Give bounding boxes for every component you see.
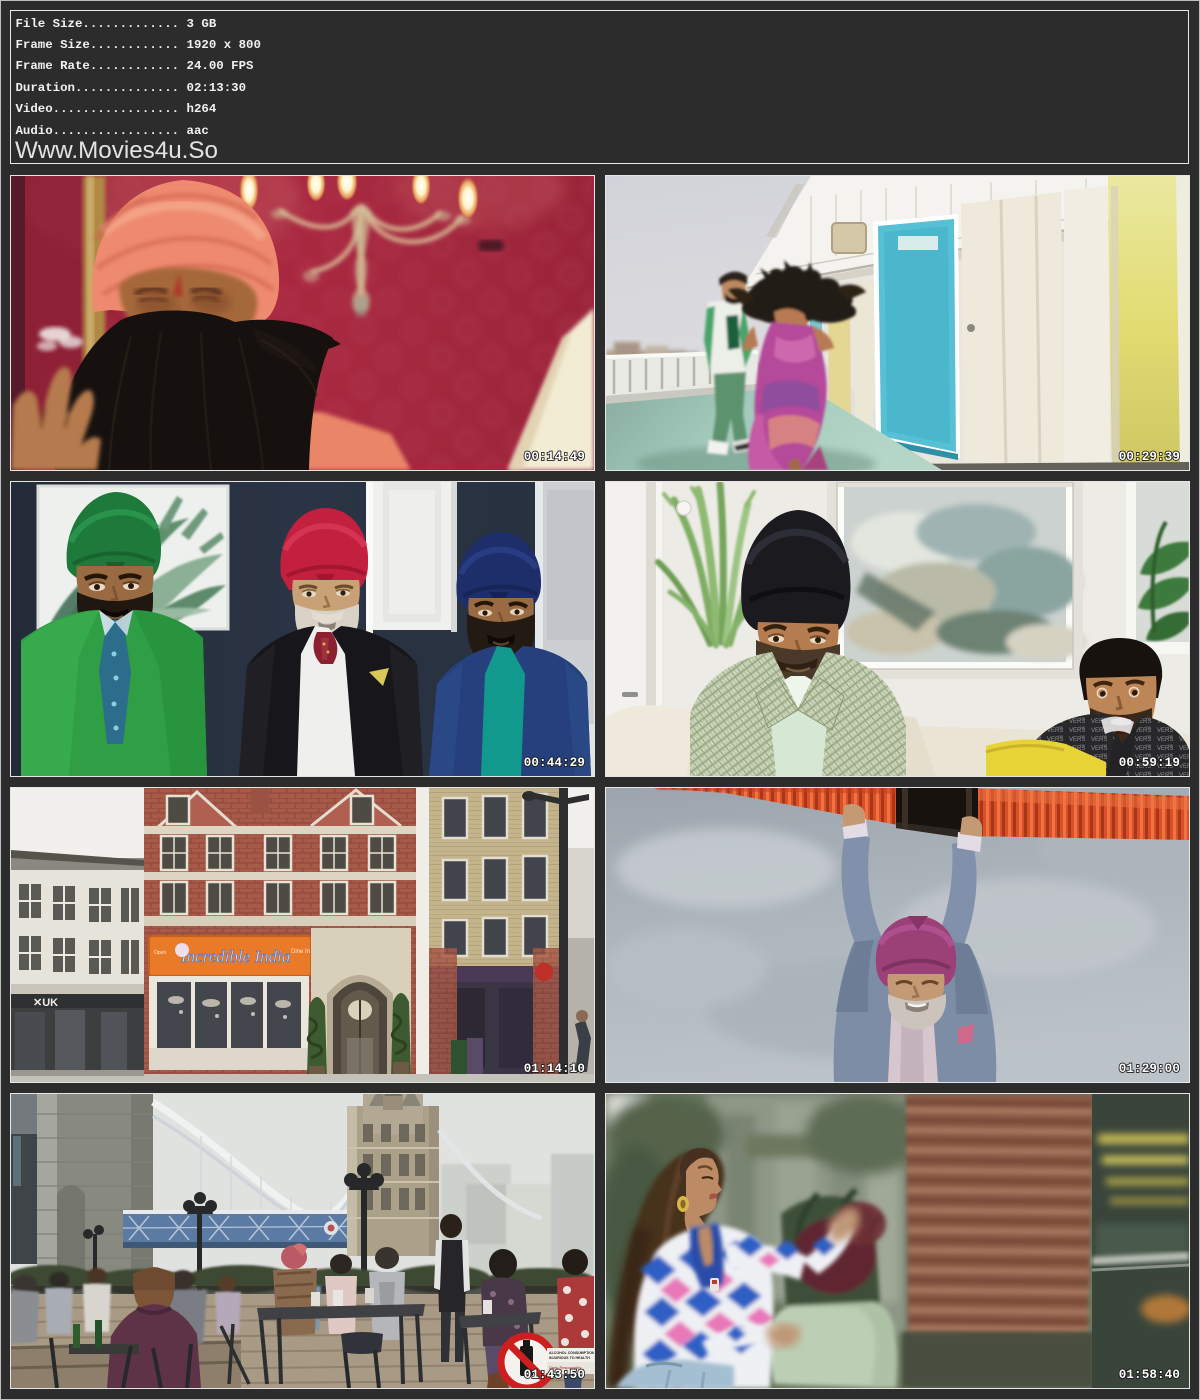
svg-text:Dine In: Dine In	[291, 949, 310, 955]
svg-text:01:14:10: 01:14:10	[524, 1062, 585, 1076]
svg-text:ALCOHOL CONSUMPTION IS: ALCOHOL CONSUMPTION IS	[549, 1351, 594, 1355]
svg-text:00:44:29: 00:44:29	[524, 756, 585, 770]
svg-text:00:14:49: 00:14:49	[524, 450, 585, 464]
svg-text:✕UK: ✕UK	[33, 997, 58, 1009]
svg-text:Open: Open	[154, 950, 166, 956]
svg-text:01:58:40: 01:58:40	[1119, 1368, 1180, 1382]
svg-text:01:43:50: 01:43:50	[524, 1368, 585, 1382]
svg-text:INJURIOUS TO HEALTH: INJURIOUS TO HEALTH	[549, 1356, 590, 1360]
svg-text:Incredible India: Incredible India	[180, 947, 290, 966]
svg-text:01:29:00: 01:29:00	[1119, 1062, 1180, 1076]
svg-text:00:29:39: 00:29:39	[1119, 450, 1180, 464]
svg-text:00:59:19: 00:59:19	[1119, 756, 1180, 770]
